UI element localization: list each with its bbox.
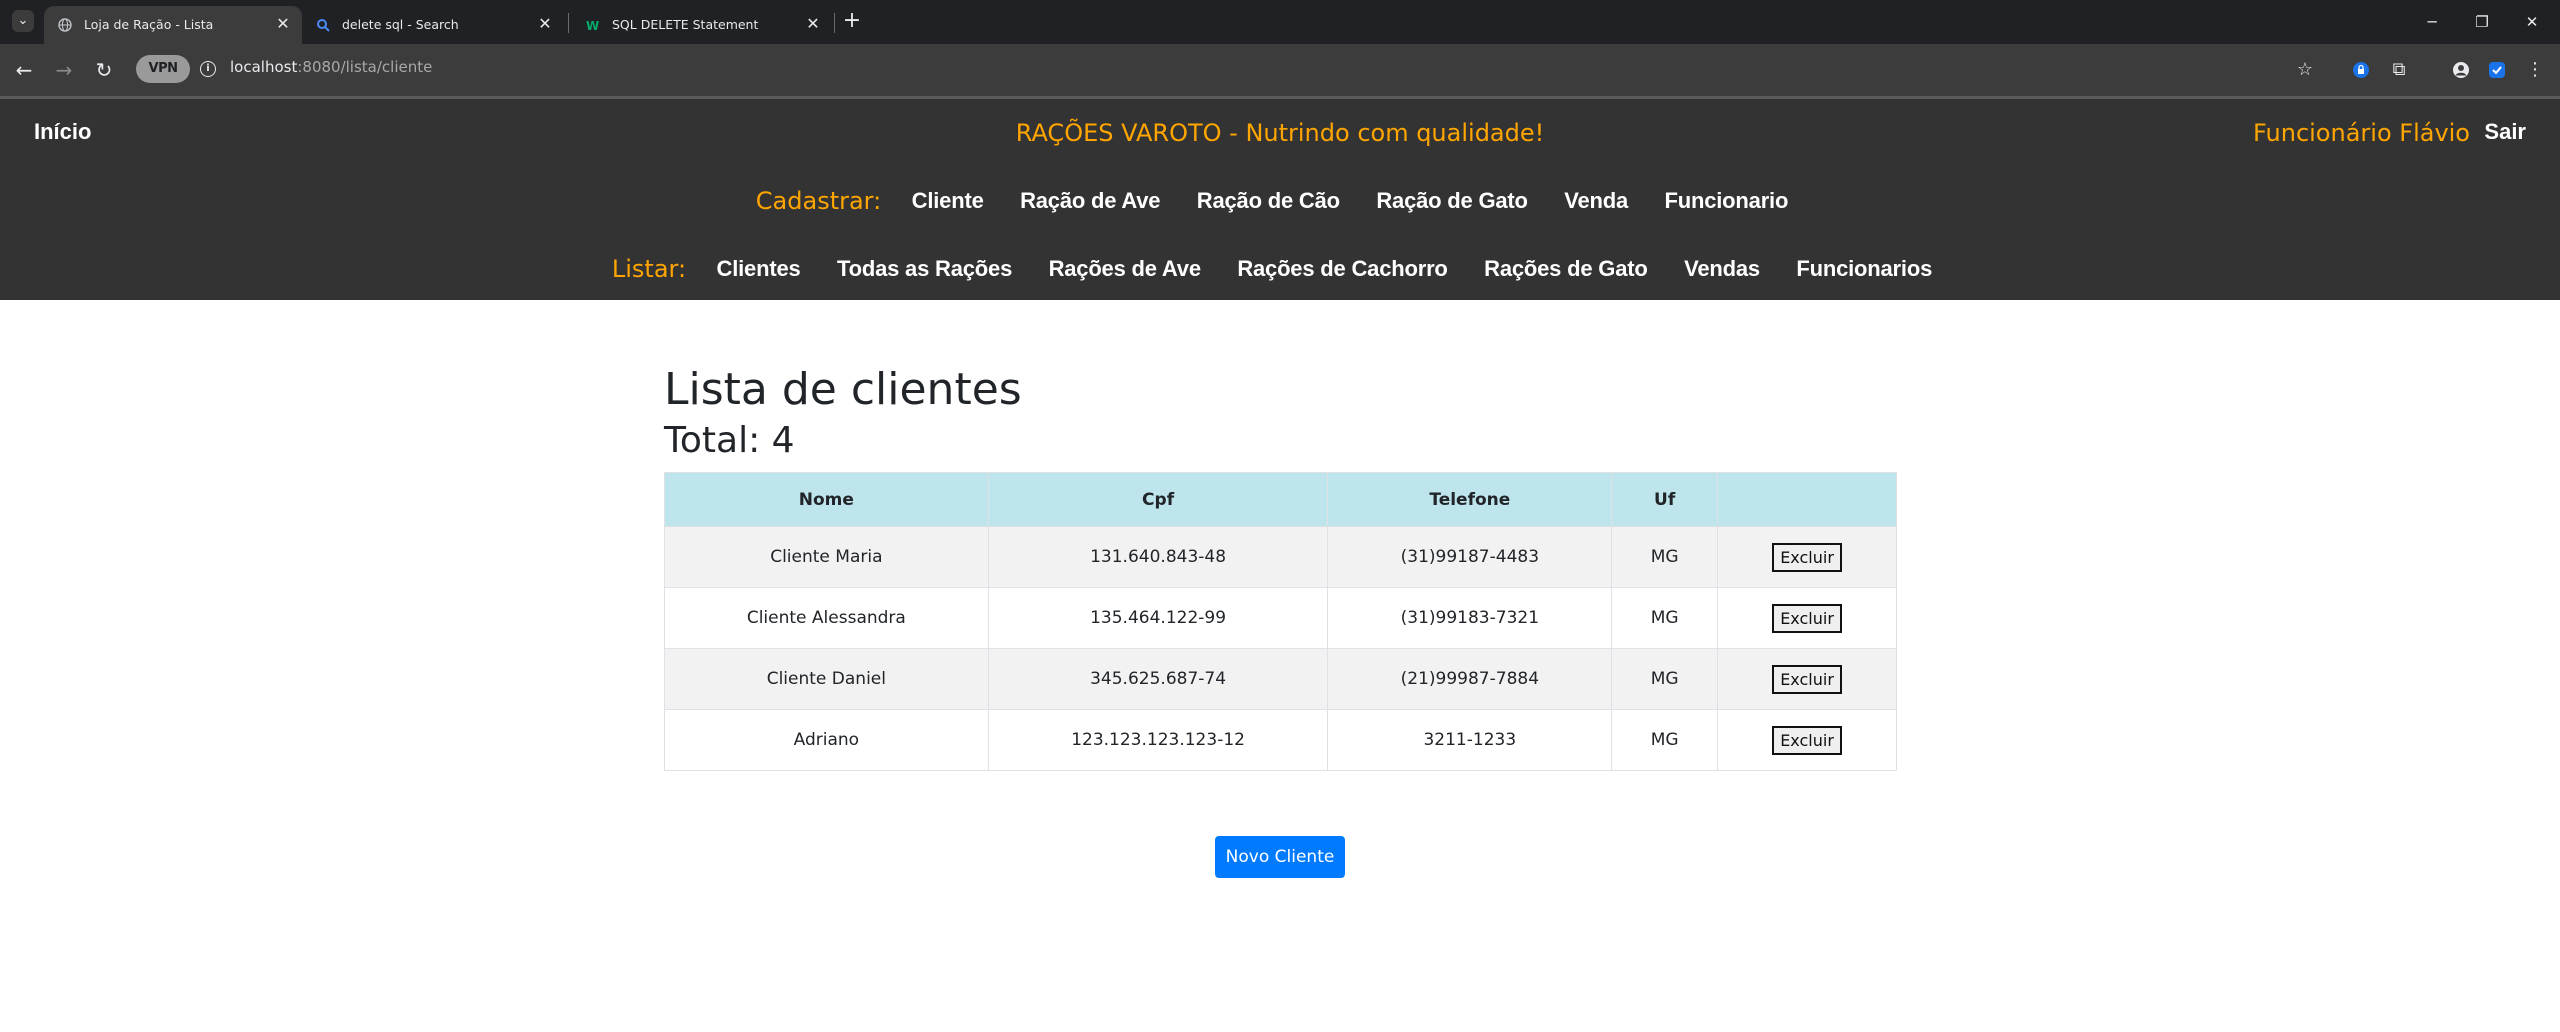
list-todas-racoes-link[interactable]: Todas as Rações <box>837 256 1012 281</box>
reload-icon[interactable]: ↻ <box>92 58 116 82</box>
register-funcionario-link[interactable]: Funcionario <box>1665 188 1789 213</box>
browser-tab-search[interactable]: delete sql - Search ✕ <box>302 6 564 44</box>
bookmark-star-icon[interactable]: ☆ <box>2292 57 2318 83</box>
table-header-row: Nome Cpf Telefone Uf <box>664 472 1897 527</box>
cell-uf: MG <box>1611 587 1719 649</box>
logged-user: Funcionário Flávio <box>2253 119 2470 147</box>
extension-shield-icon[interactable] <box>2348 57 2374 83</box>
tab-title: SQL DELETE Statement <box>612 17 759 32</box>
column-header-nome: Nome <box>664 472 989 527</box>
forward-arrow-icon[interactable]: → <box>52 58 76 82</box>
restore-icon[interactable]: ❐ <box>2462 8 2502 36</box>
cell-cpf: 345.625.687-74 <box>987 648 1329 710</box>
cell-actions: Excluir <box>1717 587 1897 649</box>
delete-button[interactable]: Excluir <box>1772 542 1842 572</box>
menu-kebab-icon[interactable]: ⋮ <box>2522 57 2548 83</box>
cell-actions: Excluir <box>1717 648 1897 710</box>
logout-link[interactable]: Sair <box>2484 119 2526 145</box>
search-icon <box>317 19 330 32</box>
list-racoes-gato-link[interactable]: Rações de Gato <box>1484 256 1648 281</box>
url-path: :8080/lista/cliente <box>297 58 433 76</box>
address-bar[interactable]: localhost:8080/lista/cliente <box>230 58 432 76</box>
profile-icon[interactable] <box>2448 57 2474 83</box>
column-header-actions <box>1717 472 1897 527</box>
main-content: Lista de clientes Total: 4 Nome Cpf Tele… <box>664 360 1897 771</box>
vpn-badge[interactable]: VPN <box>136 55 190 83</box>
back-arrow-icon[interactable]: ← <box>12 58 36 82</box>
list-racoes-ave-link[interactable]: Rações de Ave <box>1049 256 1201 281</box>
cell-telefone: (21)99987-7884 <box>1327 648 1613 710</box>
register-venda-link[interactable]: Venda <box>1564 188 1628 213</box>
cell-uf: MG <box>1611 526 1719 588</box>
list-racoes-cachorro-link[interactable]: Rações de Cachorro <box>1237 256 1448 281</box>
site-header: Início RAÇÕES VAROTO - Nutrindo com qual… <box>0 96 2560 300</box>
cell-cpf: 123.123.123.123-12 <box>987 709 1329 771</box>
password-manager-icon[interactable] <box>2484 57 2510 83</box>
register-racao-ave-link[interactable]: Ração de Ave <box>1020 188 1160 213</box>
cell-telefone: (31)99187-4483 <box>1327 526 1613 588</box>
cell-actions: Excluir <box>1717 709 1897 771</box>
cell-uf: MG <box>1611 709 1719 771</box>
new-tab-button[interactable]: + <box>840 10 864 34</box>
delete-button[interactable]: Excluir <box>1772 664 1842 694</box>
site-info-icon[interactable]: i <box>200 61 216 77</box>
browser-tab-strip: ⌄ Loja de Ração - Lista ✕ delete sql - S… <box>0 0 2560 44</box>
delete-button[interactable]: Excluir <box>1772 603 1842 633</box>
page-title: Lista de clientes <box>664 364 1022 415</box>
cell-cpf: 135.464.122-99 <box>987 587 1329 649</box>
browser-tab-sql[interactable]: W SQL DELETE Statement ✕ <box>572 6 834 44</box>
cell-nome: Cliente Maria <box>664 526 989 588</box>
clients-table: Nome Cpf Telefone Uf Cliente Maria 131.6… <box>664 472 1897 771</box>
tab-separator <box>568 13 569 33</box>
register-racao-gato-link[interactable]: Ração de Gato <box>1376 188 1528 213</box>
tab-separator <box>834 13 835 33</box>
tab-search-chevron-icon[interactable]: ⌄ <box>12 10 34 32</box>
cell-telefone: 3211-1233 <box>1327 709 1613 771</box>
table-row: Cliente Alessandra 135.464.122-99 (31)99… <box>664 587 1897 649</box>
svg-text:W: W <box>586 19 599 32</box>
table-row: Cliente Maria 131.640.843-48 (31)99187-4… <box>664 526 1897 588</box>
register-racao-cao-link[interactable]: Ração de Cão <box>1197 188 1340 213</box>
w3schools-icon: W <box>586 19 599 32</box>
register-nav: Cadastrar: Cliente Ração de Ave Ração de… <box>0 187 2560 215</box>
tab-close-icon[interactable]: ✕ <box>272 13 294 35</box>
total-label: Total: <box>664 420 772 461</box>
cell-telefone: (31)99183-7321 <box>1327 587 1613 649</box>
list-clientes-link[interactable]: Clientes <box>717 256 801 281</box>
cell-nome: Cliente Alessandra <box>664 587 989 649</box>
total-count: Total: 4 <box>664 418 1897 464</box>
tab-title: delete sql - Search <box>342 17 459 32</box>
tab-title: Loja de Ração - Lista <box>84 17 214 32</box>
tab-close-icon[interactable]: ✕ <box>534 13 556 35</box>
new-client-button[interactable]: Novo Cliente <box>1215 836 1345 878</box>
list-funcionarios-link[interactable]: Funcionarios <box>1796 256 1932 281</box>
extensions-puzzle-icon[interactable]: ⧉ <box>2386 57 2412 83</box>
column-header-telefone: Telefone <box>1327 472 1613 527</box>
cell-actions: Excluir <box>1717 526 1897 588</box>
cell-uf: MG <box>1611 648 1719 710</box>
store-slogan: RAÇÕES VAROTO - Nutrindo com qualidade! <box>1015 119 1545 147</box>
list-nav: Listar: Clientes Todas as Rações Rações … <box>0 255 2560 283</box>
register-cliente-link[interactable]: Cliente <box>912 188 984 213</box>
globe-icon <box>58 18 72 32</box>
cell-nome: Cliente Daniel <box>664 648 989 710</box>
register-label: Cadastrar: <box>755 187 882 215</box>
minimize-icon[interactable]: ─ <box>2412 8 2452 36</box>
url-host: localhost <box>230 58 298 76</box>
cell-nome: Adriano <box>664 709 989 771</box>
tab-close-icon[interactable]: ✕ <box>802 13 824 35</box>
total-value: 4 <box>771 420 795 461</box>
column-header-cpf: Cpf <box>987 472 1329 527</box>
cell-cpf: 131.640.843-48 <box>987 526 1329 588</box>
browser-toolbar: ← → ↻ VPN i localhost:8080/lista/cliente… <box>0 44 2560 96</box>
browser-tab-active[interactable]: Loja de Ração - Lista ✕ <box>44 6 302 44</box>
table-row: Adriano 123.123.123.123-12 3211-1233 MG … <box>664 709 1897 771</box>
list-vendas-link[interactable]: Vendas <box>1684 256 1760 281</box>
close-window-icon[interactable]: ✕ <box>2512 8 2552 36</box>
table-row: Cliente Daniel 345.625.687-74 (21)99987-… <box>664 648 1897 710</box>
delete-button[interactable]: Excluir <box>1772 725 1842 755</box>
column-header-uf: Uf <box>1611 472 1719 527</box>
list-label: Listar: <box>611 255 687 283</box>
